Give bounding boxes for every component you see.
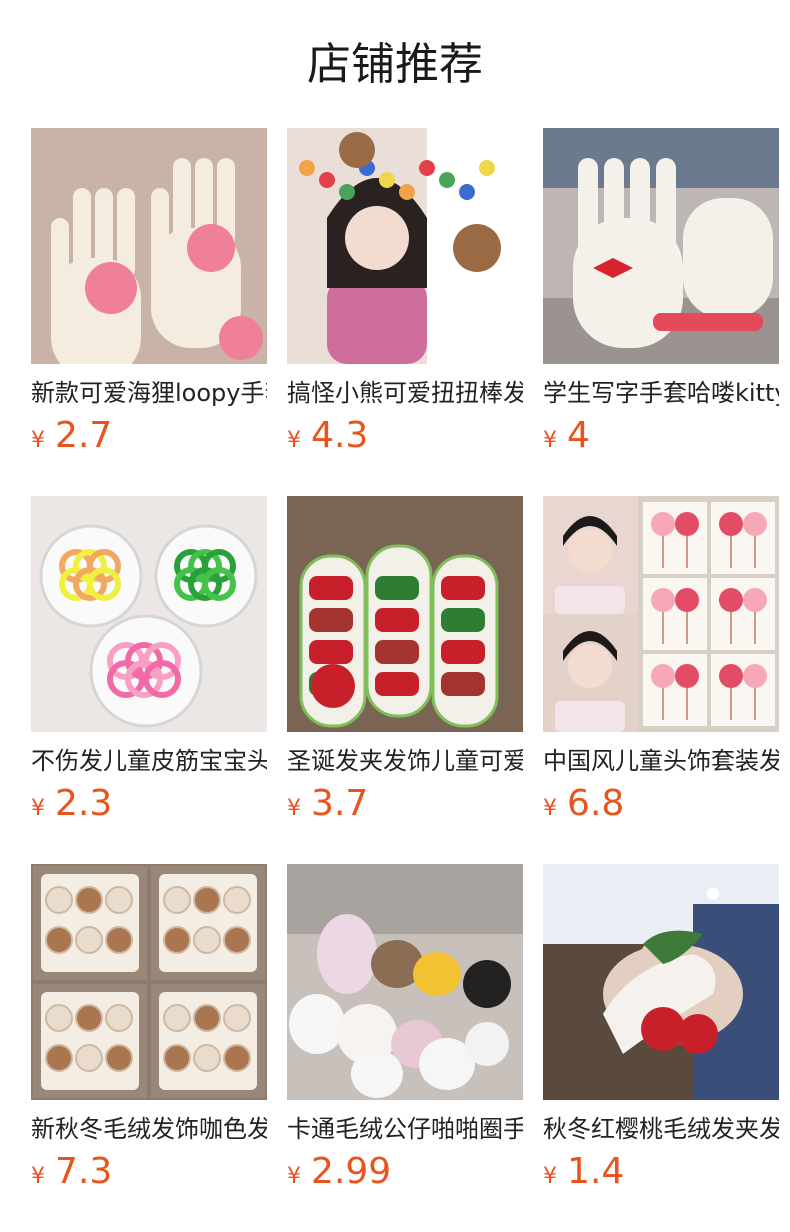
product-name[interactable]: 圣诞发夹发饰儿童可爱 bbox=[287, 744, 523, 778]
price-value: 6.8 bbox=[567, 783, 625, 824]
bear-headband-photo bbox=[287, 128, 523, 364]
price-value: 7.3 bbox=[55, 1151, 113, 1192]
product-name[interactable]: 学生写字手套哈喽kitty bbox=[543, 376, 779, 410]
product-price: ¥7.3 bbox=[31, 1150, 112, 1194]
product-price: ¥4.3 bbox=[287, 414, 368, 458]
price-value: 4.3 bbox=[311, 415, 369, 456]
product-name[interactable]: 不伤发儿童皮筋宝宝头绳 bbox=[31, 744, 267, 778]
price-value: 2.99 bbox=[311, 1151, 392, 1192]
currency-symbol: ¥ bbox=[543, 796, 557, 821]
product-card[interactable]: 中国风儿童头饰套装发夹 ¥6.8 bbox=[543, 496, 779, 836]
currency-symbol: ¥ bbox=[543, 428, 557, 453]
currency-symbol: ¥ bbox=[287, 1164, 301, 1189]
kitty-glove-photo bbox=[543, 128, 779, 364]
product-price: ¥1.4 bbox=[543, 1150, 624, 1194]
product-image[interactable] bbox=[287, 864, 523, 1100]
product-name[interactable]: 新秋冬毛绒发饰咖色发夹 bbox=[31, 1112, 267, 1146]
product-price: ¥2.99 bbox=[287, 1150, 391, 1194]
product-image[interactable] bbox=[287, 496, 523, 732]
price-value: 3.7 bbox=[311, 783, 369, 824]
currency-symbol: ¥ bbox=[287, 796, 301, 821]
product-price: ¥6.8 bbox=[543, 782, 624, 826]
product-image[interactable] bbox=[543, 864, 779, 1100]
product-card[interactable]: 学生写字手套哈喽kitty ¥4 bbox=[543, 128, 779, 468]
plush-slap-bands-photo bbox=[287, 864, 523, 1100]
beaver-glove-photo bbox=[31, 128, 267, 364]
product-price: ¥4 bbox=[543, 414, 590, 458]
price-value: 2.3 bbox=[55, 783, 113, 824]
product-image[interactable] bbox=[287, 128, 523, 364]
section-title: 店铺推荐 bbox=[307, 39, 483, 90]
product-name[interactable]: 搞怪小熊可爱扭扭棒发箍 bbox=[287, 376, 523, 410]
currency-symbol: ¥ bbox=[31, 428, 45, 453]
price-value: 2.7 bbox=[55, 415, 113, 456]
product-card[interactable]: 卡通毛绒公仔啪啪圈手环 ¥2.99 bbox=[287, 864, 523, 1204]
christmas-clips-photo bbox=[287, 496, 523, 732]
product-price: ¥2.7 bbox=[31, 414, 112, 458]
product-image[interactable] bbox=[31, 128, 267, 364]
price-value: 4 bbox=[567, 415, 590, 456]
currency-symbol: ¥ bbox=[31, 1164, 45, 1189]
product-name[interactable]: 秋冬红樱桃毛绒发夹发饰 bbox=[543, 1112, 779, 1146]
product-card[interactable]: 圣诞发夹发饰儿童可爱 ¥3.7 bbox=[287, 496, 523, 836]
product-image[interactable] bbox=[31, 496, 267, 732]
product-image[interactable] bbox=[543, 496, 779, 732]
price-value: 1.4 bbox=[567, 1151, 625, 1192]
product-card[interactable]: 新秋冬毛绒发饰咖色发夹 ¥7.3 bbox=[31, 864, 267, 1204]
plush-hair-clips-photo bbox=[31, 864, 267, 1100]
hair-ties-photo bbox=[31, 496, 267, 732]
product-card[interactable]: 秋冬红樱桃毛绒发夹发饰 ¥1.4 bbox=[543, 864, 779, 1204]
product-image[interactable] bbox=[543, 128, 779, 364]
chinese-headwear-photo bbox=[543, 496, 779, 732]
product-card[interactable]: 新款可爱海狸loopy手套 ¥2.7 bbox=[31, 128, 267, 468]
product-card[interactable]: 搞怪小熊可爱扭扭棒发箍 ¥4.3 bbox=[287, 128, 523, 468]
product-name[interactable]: 中国风儿童头饰套装发夹 bbox=[543, 744, 779, 778]
product-price: ¥2.3 bbox=[31, 782, 112, 826]
product-name[interactable]: 卡通毛绒公仔啪啪圈手环 bbox=[287, 1112, 523, 1146]
product-price: ¥3.7 bbox=[287, 782, 368, 826]
currency-symbol: ¥ bbox=[31, 796, 45, 821]
product-name[interactable]: 新款可爱海狸loopy手套 bbox=[31, 376, 267, 410]
currency-symbol: ¥ bbox=[287, 428, 301, 453]
currency-symbol: ¥ bbox=[543, 1164, 557, 1189]
product-image[interactable] bbox=[31, 864, 267, 1100]
cherry-plush-clip-photo bbox=[543, 864, 779, 1100]
product-card[interactable]: 不伤发儿童皮筋宝宝头绳 ¥2.3 bbox=[31, 496, 267, 836]
